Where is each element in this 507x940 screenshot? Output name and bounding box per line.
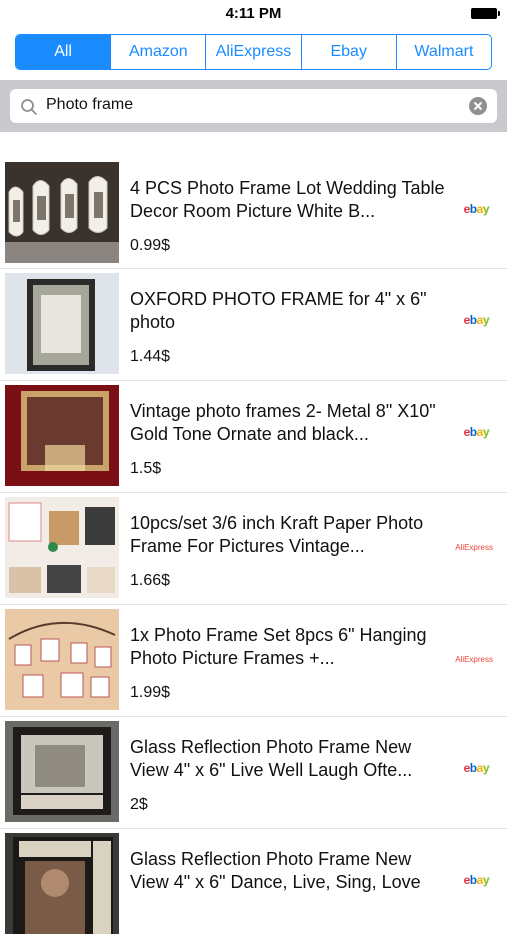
list-item[interactable]: 10pcs/set 3/6 inch Kraft Paper Photo Fra… — [0, 492, 507, 604]
status-time: 4:11 PM — [225, 5, 282, 22]
status-bar: 4:11 PM — [0, 0, 507, 28]
item-title: 1x Photo Frame Set 8pcs 6" Hanging Photo… — [130, 625, 427, 668]
item-price: 1.66$ — [130, 572, 171, 589]
dance-frame-image — [5, 833, 119, 934]
segment-aliexpress[interactable]: AliExpress — [205, 35, 300, 69]
item-title: Glass Reflection Photo Frame New View 4"… — [130, 849, 421, 892]
ebay-logo-icon: ebay — [463, 761, 490, 775]
item-title: Glass Reflection Photo Frame New View 4"… — [130, 737, 413, 780]
list-item[interactable]: Glass Reflection Photo Frame New View 4"… — [0, 828, 507, 940]
item-price: 2$ — [130, 796, 148, 813]
search-query-text: Photo frame — [46, 96, 134, 113]
search-input[interactable]: Photo frame — [10, 89, 497, 123]
ebay-logo-icon: ebay — [463, 202, 490, 216]
search-bar: Photo frame — [0, 80, 507, 132]
list-item[interactable]: Vintage photo frames 2- Metal 8" X10" Go… — [0, 380, 507, 492]
white-ornate-frames-image — [5, 162, 119, 263]
hanging-frames-image — [5, 609, 119, 710]
list-item[interactable]: OXFORD PHOTO FRAME for 4" x 6" photo 1.4… — [0, 268, 507, 380]
search-icon — [21, 99, 37, 115]
store-filter-segmented-control: All Amazon AliExpress Ebay Walmart — [15, 34, 492, 70]
list-item[interactable]: 4 PCS Photo Frame Lot Wedding Table Deco… — [0, 158, 507, 268]
item-title: Vintage photo frames 2- Metal 8" X10" Go… — [130, 401, 436, 444]
battery-icon — [471, 8, 500, 19]
clear-search-icon[interactable] — [469, 97, 487, 115]
kraft-paper-frames-image — [5, 497, 119, 598]
item-title: 10pcs/set 3/6 inch Kraft Paper Photo Fra… — [130, 513, 424, 556]
aliexpress-logo-icon: AliExpress — [455, 543, 493, 552]
list-item[interactable]: Glass Reflection Photo Frame New View 4"… — [0, 716, 507, 828]
segment-all[interactable]: All — [16, 35, 111, 69]
live-laugh-frame-image — [5, 721, 119, 822]
segment-walmart[interactable]: Walmart — [395, 35, 491, 69]
item-price: 1.99$ — [130, 684, 171, 701]
ebay-logo-icon: ebay — [463, 425, 490, 439]
item-title: OXFORD PHOTO FRAME for 4" x 6" photo — [130, 289, 427, 332]
aliexpress-logo-icon: AliExpress — [455, 655, 493, 664]
item-price: 1.44$ — [130, 348, 171, 365]
list-item[interactable]: 1x Photo Frame Set 8pcs 6" Hanging Photo… — [0, 604, 507, 716]
ebay-logo-icon: ebay — [463, 873, 490, 887]
segment-ebay[interactable]: Ebay — [300, 35, 396, 69]
ebay-logo-icon: ebay — [463, 313, 490, 327]
black-frame-image — [5, 273, 119, 374]
item-price: 0.99$ — [130, 237, 171, 254]
results-list: 4 PCS Photo Frame Lot Wedding Table Deco… — [0, 158, 507, 940]
gold-frame-image — [5, 385, 119, 486]
segment-amazon[interactable]: Amazon — [110, 35, 205, 69]
item-price: 1.5$ — [130, 460, 162, 477]
item-title: 4 PCS Photo Frame Lot Wedding Table Deco… — [130, 178, 445, 221]
